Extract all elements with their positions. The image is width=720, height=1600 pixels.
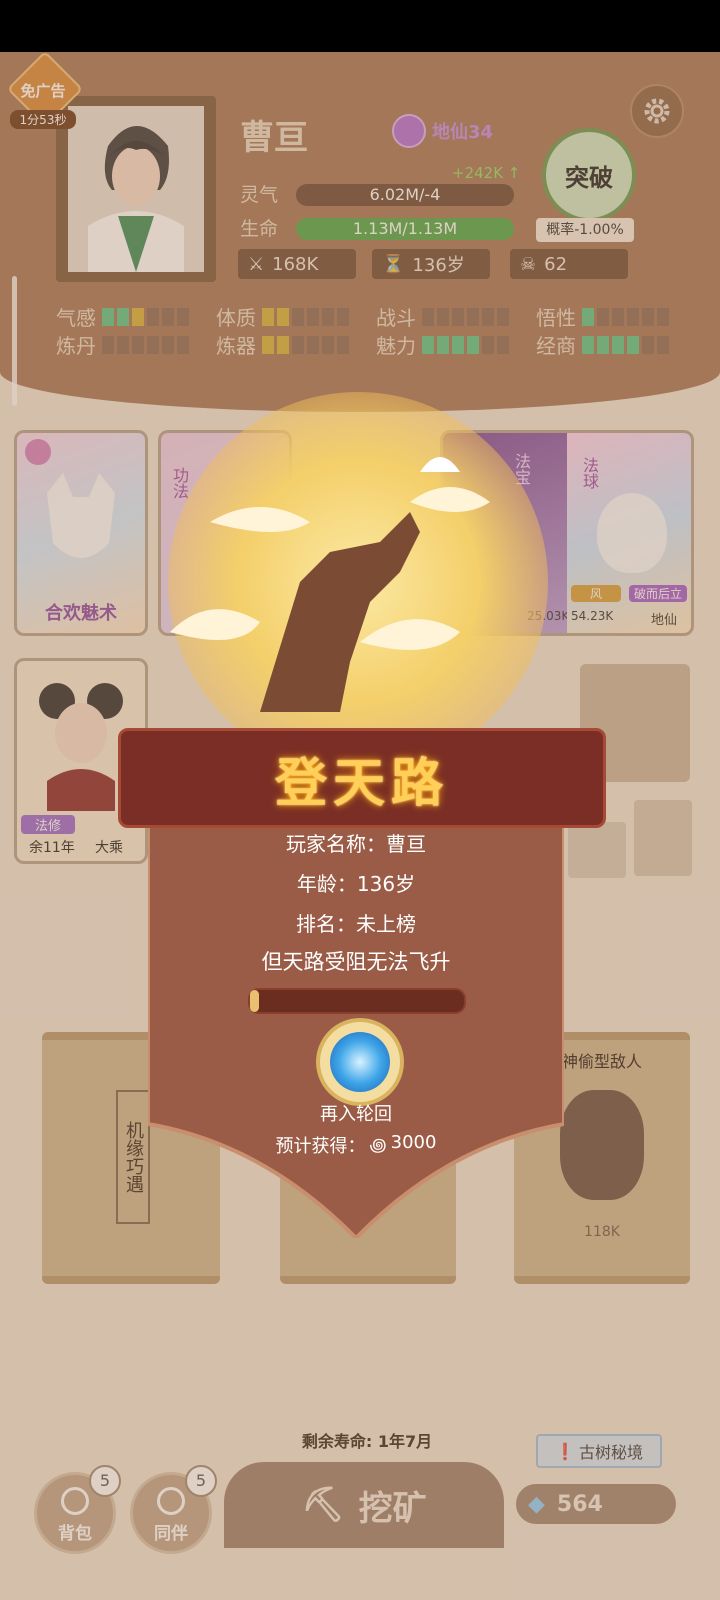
rebirth-label: 再入轮回 bbox=[320, 1104, 392, 1125]
rebirth-button[interactable] bbox=[316, 1018, 404, 1106]
ascension-progress-bar bbox=[248, 988, 466, 1014]
expected-value: 3000 bbox=[390, 1132, 437, 1153]
rank-line: 排名：未上榜 bbox=[296, 912, 416, 936]
heaven-path-dialog bbox=[148, 794, 564, 1238]
dialog-title-banner: 登天路 bbox=[118, 728, 606, 828]
swirl-coin-icon: ꩜ bbox=[369, 1135, 387, 1156]
player-name-line: 玩家名称：曹亘 bbox=[286, 832, 426, 856]
status-bar bbox=[0, 0, 720, 52]
mountain-path-illustration bbox=[170, 457, 490, 712]
game-screen: 免广告 1分53秒 曹亘 地仙34 灵气 +242K ↑ 6.02M/-4 生命… bbox=[0, 52, 720, 1600]
reincarnation-swirl-icon bbox=[330, 1032, 390, 1092]
age-line: 年龄：136岁 bbox=[296, 872, 416, 896]
dialog-title: 登天路 bbox=[274, 752, 449, 814]
blocked-line: 但天路受阻无法飞升 bbox=[261, 950, 451, 974]
expected-label: 预计获得： bbox=[275, 1136, 366, 1157]
ascension-progress-fill bbox=[250, 990, 259, 1012]
expected-reward: 预计获得： ꩜ 3000 bbox=[148, 1132, 564, 1158]
